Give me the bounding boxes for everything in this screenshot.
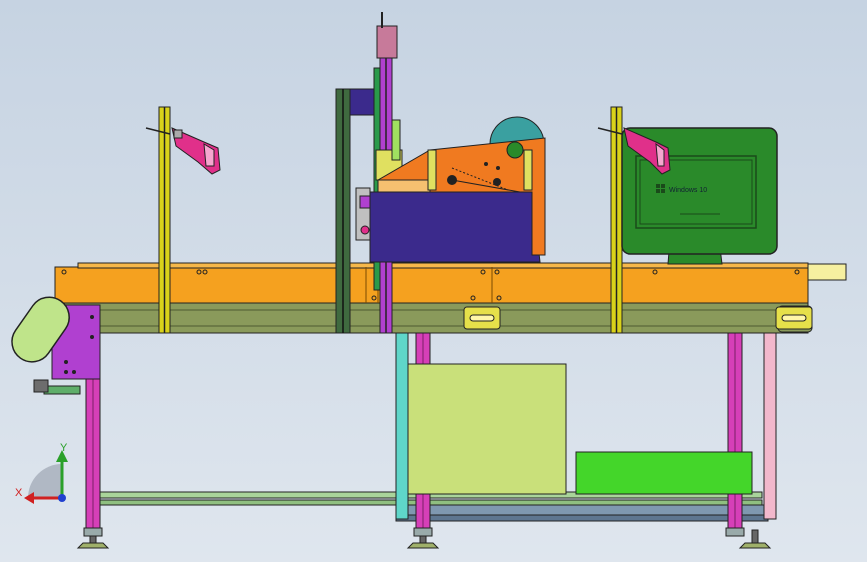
tensioner-slot-left[interactable] bbox=[463, 306, 501, 330]
cad-viewport[interactable]: Windows 10 Y X bbox=[0, 0, 867, 562]
drive-motor-guard bbox=[11, 296, 101, 395]
conveyor-side-rail bbox=[57, 302, 813, 334]
lower-frame bbox=[97, 491, 769, 522]
barcode-scanner-left bbox=[145, 127, 221, 175]
conveyor-assembly-drawing: Windows 10 Y X bbox=[11, 12, 847, 549]
tensioner-slot-right[interactable] bbox=[775, 306, 813, 330]
label-applicator bbox=[355, 187, 371, 241]
monitor-screen-text: Windows 10 bbox=[669, 187, 707, 194]
collection-bin-small bbox=[575, 451, 753, 495]
motor-knob[interactable] bbox=[33, 379, 49, 393]
collection-bin-large bbox=[407, 363, 567, 495]
triad-x-label: X bbox=[15, 487, 23, 499]
triad-y-label: Y bbox=[60, 442, 68, 454]
conveyor-end-plate bbox=[807, 263, 847, 281]
scanner-pole-left bbox=[158, 106, 171, 334]
scanner-pole-right bbox=[610, 106, 623, 334]
coordinate-triad bbox=[24, 450, 68, 504]
